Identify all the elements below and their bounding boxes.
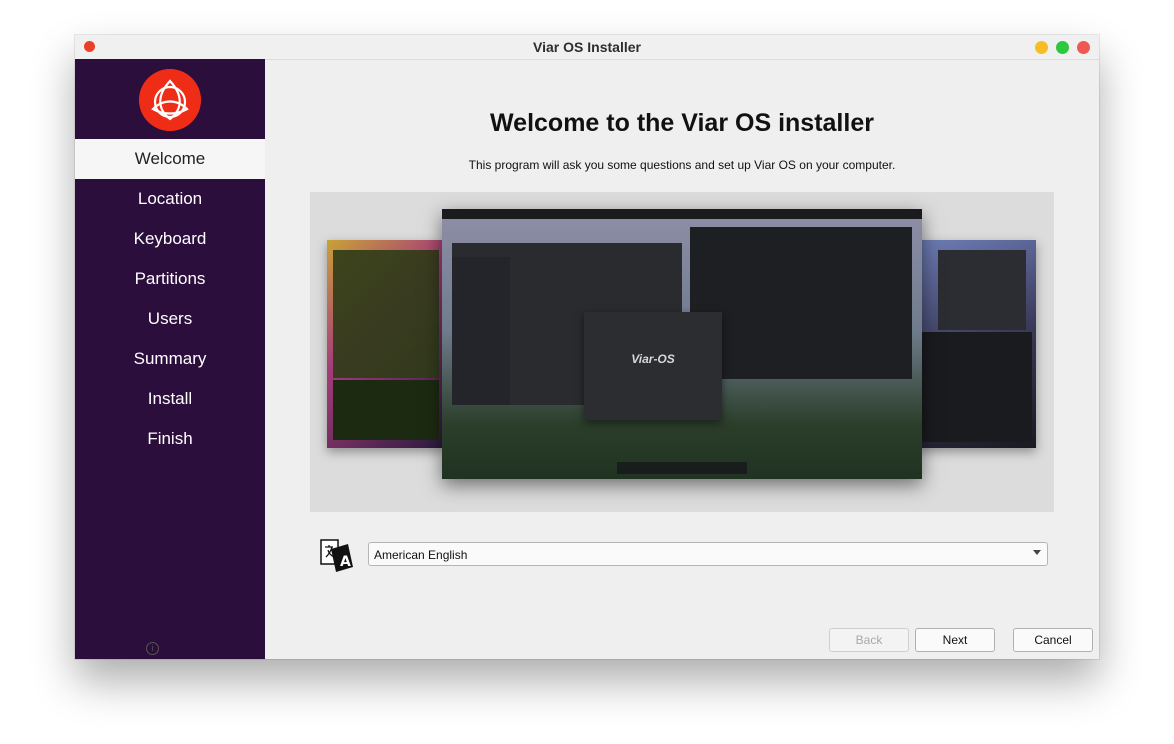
close-button[interactable]	[1077, 41, 1090, 54]
back-button-label: Back	[855, 633, 883, 647]
back-button[interactable]: Back	[829, 628, 909, 652]
preview-about-title: Viar-OS	[631, 352, 675, 366]
preview-terminal	[922, 332, 1032, 442]
viar-logo-icon	[139, 69, 201, 131]
language-select[interactable]: American English	[368, 542, 1048, 566]
language-select-value: American English	[374, 548, 468, 562]
sidebar-item-welcome[interactable]: Welcome	[75, 139, 265, 179]
logo-area	[75, 59, 265, 139]
sidebar-item-keyboard[interactable]: Keyboard	[75, 219, 265, 259]
next-button[interactable]: Next	[915, 628, 995, 652]
translate-icon: A	[320, 539, 353, 572]
info-icon: i	[145, 642, 159, 655]
maximize-button[interactable]	[1056, 41, 1069, 54]
preview-left-screenshot	[327, 240, 445, 448]
page-subtitle: This program will ask you some questions…	[468, 158, 896, 172]
preview-terminal	[690, 227, 912, 379]
title-bar[interactable]: Viar OS Installer	[75, 35, 1099, 60]
preview-file-manager-sidebar	[452, 257, 510, 405]
minimize-button[interactable]	[1035, 41, 1048, 54]
desktop-preview-image: Viar-OS	[310, 192, 1054, 512]
cancel-button[interactable]: Cancel	[1013, 628, 1093, 652]
sidebar-item-users[interactable]: Users	[75, 299, 265, 339]
installer-window: Viar OS Installer Welcome Location Keybo…	[75, 35, 1099, 659]
sidebar-item-partitions[interactable]: Partitions	[75, 259, 265, 299]
sidebar-item-location[interactable]: Location	[75, 179, 265, 219]
sidebar-item-install[interactable]: Install	[75, 379, 265, 419]
sidebar-item-finish[interactable]: Finish	[75, 419, 265, 459]
page-title: Welcome to the Viar OS installer	[490, 109, 874, 137]
svg-text:A: A	[340, 554, 351, 570]
preview-terminal	[333, 250, 439, 378]
preview-file-window	[938, 250, 1026, 330]
welcome-page: Welcome to the Viar OS installer This pr…	[265, 59, 1099, 659]
preview-about-dialog: Viar-OS	[584, 312, 722, 420]
cancel-button-label: Cancel	[1034, 633, 1072, 647]
about-button[interactable]: i About	[75, 639, 265, 655]
language-row: A American English	[320, 537, 1050, 577]
preview-panel	[442, 209, 922, 219]
next-button-label: Next	[942, 633, 968, 647]
step-list: Welcome Location Keyboard Partitions Use…	[75, 139, 265, 459]
chevron-down-icon	[1033, 550, 1041, 555]
preview-dock	[617, 462, 747, 474]
window-title: Viar OS Installer	[533, 39, 641, 55]
preview-terminal-log	[333, 380, 439, 440]
preview-right-screenshot	[918, 240, 1036, 448]
about-label: About	[162, 639, 195, 653]
preview-main-screenshot: Viar-OS	[442, 209, 922, 479]
sidebar-item-summary[interactable]: Summary	[75, 339, 265, 379]
sidebar: Welcome Location Keyboard Partitions Use…	[75, 59, 265, 659]
